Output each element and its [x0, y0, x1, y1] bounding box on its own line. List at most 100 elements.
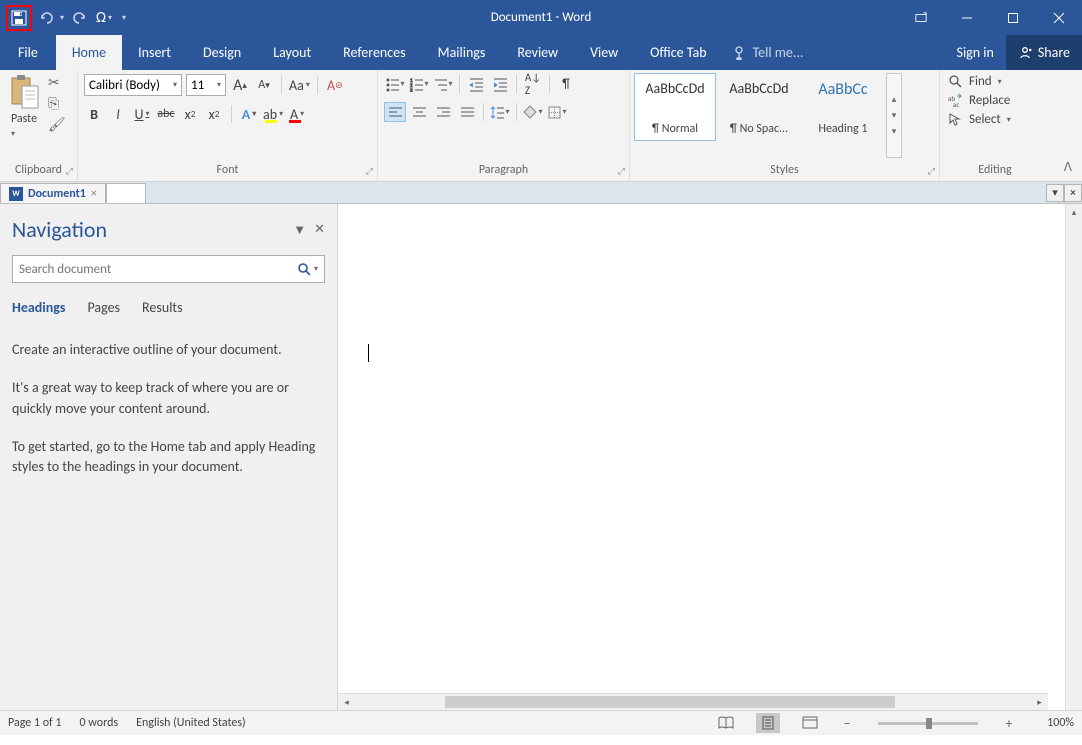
change-case-button[interactable]: Aa▾	[289, 75, 310, 95]
undo-button[interactable]	[34, 5, 60, 31]
font-size-combo[interactable]: 11▾	[186, 74, 226, 96]
symbol-dropdown[interactable]: ▾	[108, 13, 112, 23]
nav-tab-results[interactable]: Results	[142, 299, 183, 316]
close-button[interactable]	[1036, 0, 1082, 35]
new-tab-button[interactable]	[106, 183, 146, 203]
superscript-button[interactable]: x2	[204, 104, 224, 124]
qat-customize[interactable]: ▾	[122, 13, 126, 23]
find-button[interactable]: Find▾	[948, 74, 1002, 89]
decrease-indent-button[interactable]	[465, 74, 487, 94]
style-heading-1[interactable]: AaBbCc Heading 1	[802, 73, 884, 141]
hscroll-left-button[interactable]: ◂	[338, 694, 355, 710]
shading-button[interactable]: ▾	[522, 102, 544, 122]
underline-button[interactable]: U▾	[132, 104, 152, 124]
line-spacing-button[interactable]: ▾	[489, 102, 511, 122]
styles-gallery-more[interactable]: ▴▾▾	[886, 73, 902, 158]
align-center-button[interactable]	[408, 102, 430, 122]
vscroll-up-button[interactable]: ▴	[1066, 204, 1082, 221]
replace-button[interactable]: abac Replace	[948, 93, 1010, 108]
show-marks-button[interactable]: ¶	[555, 74, 577, 94]
tab-view[interactable]: View	[574, 35, 634, 70]
font-name-combo[interactable]: Calibri (Body)▾	[84, 74, 182, 96]
style-normal[interactable]: AaBbCcDd ¶ Normal	[634, 73, 716, 141]
zoom-in-button[interactable]: +	[1002, 715, 1016, 732]
hscroll-right-button[interactable]: ▸	[1031, 694, 1048, 710]
vertical-scrollbar[interactable]: ▴	[1065, 204, 1082, 710]
tab-design[interactable]: Design	[187, 35, 257, 70]
ribbon-display-options[interactable]	[898, 0, 944, 35]
clear-formatting-button[interactable]: A⊘	[325, 75, 345, 95]
maximize-button[interactable]	[990, 0, 1036, 35]
document-page[interactable]: ◂ ▸	[338, 204, 1065, 710]
numbering-button[interactable]: 123▾	[408, 74, 430, 94]
tab-references[interactable]: References	[327, 35, 421, 70]
tabs-menu-button[interactable]: ▾	[1046, 184, 1064, 202]
tab-layout[interactable]: Layout	[257, 35, 327, 70]
minimize-button[interactable]	[944, 0, 990, 35]
font-color-button[interactable]: A▾	[287, 104, 307, 124]
tell-me-search[interactable]: Tell me...	[723, 35, 814, 70]
subscript-button[interactable]: x2	[180, 104, 200, 124]
grow-font-button[interactable]: A▴	[230, 75, 250, 95]
format-painter-button[interactable]: 🖌	[48, 116, 66, 133]
undo-dropdown[interactable]: ▾	[60, 13, 64, 23]
share-button[interactable]: Share	[1006, 35, 1082, 70]
sort-button[interactable]: A↓Z	[522, 74, 544, 94]
tab-insert[interactable]: Insert	[122, 35, 187, 70]
tab-file[interactable]: File	[0, 35, 56, 70]
save-button[interactable]	[6, 5, 32, 31]
horizontal-scrollbar[interactable]: ◂ ▸	[338, 693, 1048, 710]
navigation-search-input[interactable]	[19, 262, 249, 277]
navigation-close-button[interactable]: ✕	[314, 222, 325, 238]
highlight-button[interactable]: ab▾	[263, 104, 283, 124]
shrink-font-button[interactable]: A▾	[254, 75, 274, 95]
print-layout-button[interactable]	[756, 713, 780, 733]
align-left-button[interactable]	[384, 102, 406, 122]
style-no-spacing[interactable]: AaBbCcDd ¶ No Spac...	[718, 73, 800, 141]
navigation-menu-button[interactable]: ▼	[293, 222, 306, 238]
bold-button[interactable]: B	[84, 104, 104, 124]
navigation-search-button[interactable]: ▾	[297, 262, 318, 276]
read-mode-button[interactable]	[714, 713, 738, 733]
tab-review[interactable]: Review	[501, 35, 574, 70]
zoom-out-button[interactable]: −	[840, 715, 854, 732]
status-page[interactable]: Page 1 of 1	[8, 716, 62, 730]
zoom-level[interactable]: 100%	[1034, 716, 1074, 730]
align-right-button[interactable]	[432, 102, 454, 122]
styles-launcher[interactable]: ⤢	[928, 166, 935, 177]
paragraph-launcher[interactable]: ⤢	[618, 166, 625, 177]
select-button[interactable]: Select▾	[948, 112, 1011, 127]
nav-tab-headings[interactable]: Headings	[12, 299, 65, 316]
sign-in-link[interactable]: Sign in	[945, 35, 1006, 70]
redo-button[interactable]	[66, 5, 92, 31]
increase-indent-button[interactable]	[489, 74, 511, 94]
nav-tab-pages[interactable]: Pages	[87, 299, 120, 316]
hscroll-thumb[interactable]	[445, 696, 895, 708]
bullets-button[interactable]: ▾	[384, 74, 406, 94]
tab-mailings[interactable]: Mailings	[422, 35, 502, 70]
collapse-ribbon-button[interactable]: ᐱ	[1064, 160, 1072, 175]
zoom-slider-thumb[interactable]	[926, 718, 932, 729]
justify-button[interactable]	[456, 102, 478, 122]
status-words[interactable]: 0 words	[80, 716, 119, 730]
strikethrough-button[interactable]: abc	[156, 104, 176, 124]
multilevel-list-button[interactable]: ▾	[432, 74, 454, 94]
text-effects-button[interactable]: A▾	[239, 104, 259, 124]
tab-home[interactable]: Home	[56, 35, 122, 70]
tabs-close-all-button[interactable]: ×	[1064, 184, 1082, 202]
web-layout-button[interactable]	[798, 713, 822, 733]
cut-button[interactable]: ✂	[48, 74, 66, 91]
paste-button[interactable]: Paste▾	[4, 72, 44, 142]
close-tab-icon[interactable]: ×	[91, 187, 97, 201]
font-launcher[interactable]: ⤢	[366, 166, 373, 177]
document-tab[interactable]: W Document1 ×	[0, 183, 106, 203]
borders-button[interactable]: ▾	[546, 102, 568, 122]
clipboard-launcher[interactable]: ⤢	[66, 166, 73, 177]
copy-button[interactable]: ⎘	[48, 95, 66, 112]
italic-button[interactable]: I	[108, 104, 128, 124]
zoom-slider[interactable]	[878, 722, 978, 725]
status-language[interactable]: English (United States)	[136, 716, 246, 730]
navigation-search[interactable]: ▾	[12, 255, 325, 283]
tab-office-tab[interactable]: Office Tab	[634, 35, 722, 70]
symbol-button[interactable]: Ω	[94, 5, 108, 31]
